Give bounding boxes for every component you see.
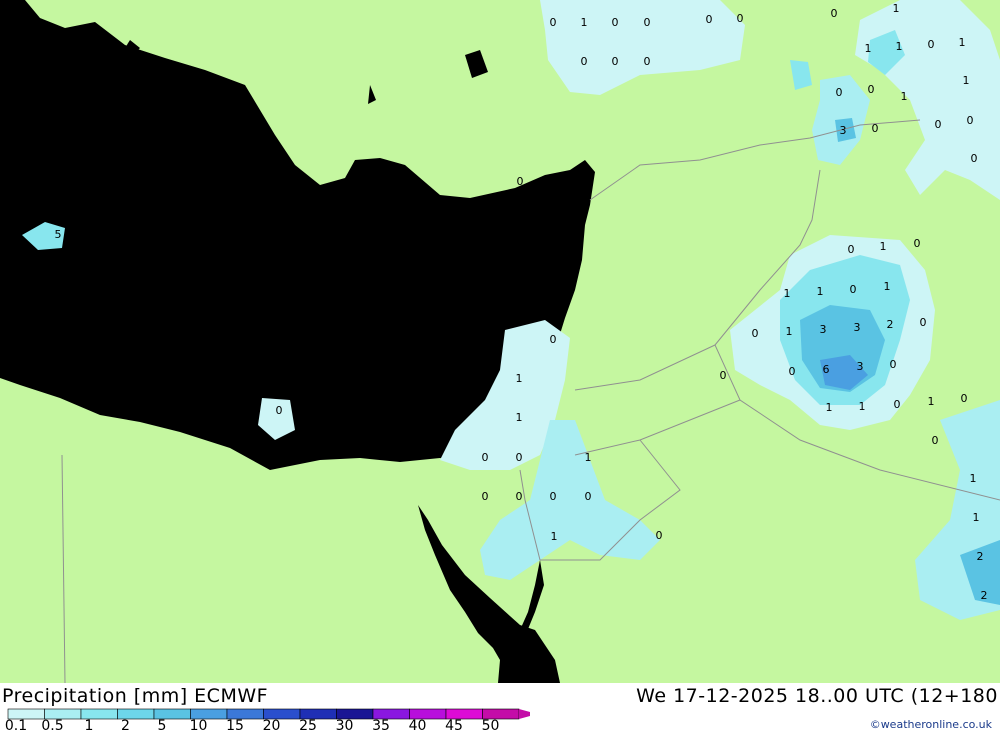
value-label: 0 bbox=[644, 55, 651, 68]
value-label: 0 bbox=[612, 55, 619, 68]
value-label: 0 bbox=[644, 16, 651, 29]
value-label: 2 bbox=[981, 589, 988, 602]
legend-label: 0.5 bbox=[41, 718, 64, 734]
value-label: 2 bbox=[887, 318, 894, 331]
value-label: 0 bbox=[354, 210, 361, 223]
value-label: 0 bbox=[550, 333, 557, 346]
value-label: 0 bbox=[971, 152, 978, 165]
value-label: 0 bbox=[752, 327, 759, 340]
value-label: 1 bbox=[516, 411, 523, 424]
value-label: 1 bbox=[585, 451, 592, 464]
value-label: 1 bbox=[581, 16, 588, 29]
map-footer: Precipitation [mm] ECMWF We 17-12-2025 1… bbox=[0, 683, 1000, 734]
legend-arrow bbox=[519, 709, 530, 719]
value-label: 0 bbox=[868, 83, 875, 96]
legend-label: 50 bbox=[481, 718, 500, 734]
value-label: 1 bbox=[973, 511, 980, 524]
value-label: 0 bbox=[550, 490, 557, 503]
value-label: 0 bbox=[967, 114, 974, 127]
legend-label: 2 bbox=[121, 718, 130, 734]
legend-label: 10 bbox=[189, 718, 208, 734]
value-label: 1 bbox=[516, 372, 523, 385]
legend-label: 20 bbox=[262, 718, 281, 734]
value-label: 1 bbox=[893, 2, 900, 15]
value-label: 0 bbox=[789, 365, 796, 378]
value-label: 0 bbox=[482, 451, 489, 464]
legend-label: 30 bbox=[335, 718, 354, 734]
value-label: 0 bbox=[720, 369, 727, 382]
value-label: 0 bbox=[516, 490, 523, 503]
legend-label: 0.1 bbox=[4, 718, 28, 734]
forecast-datetime: We 17-12-2025 18..00 UTC (12+180 bbox=[636, 685, 998, 707]
value-label: 1 bbox=[896, 40, 903, 53]
value-label: 1 bbox=[901, 90, 908, 103]
value-label: 3 bbox=[857, 360, 864, 373]
value-label: 0 bbox=[836, 86, 843, 99]
legend-label: 40 bbox=[408, 718, 427, 734]
value-label: 0 bbox=[612, 16, 619, 29]
value-label: 1 bbox=[551, 530, 558, 543]
legend-label: 25 bbox=[299, 718, 317, 734]
map-canvas: 0 1 0 0 0 0 0 0 0 0 1 1 1 0 1 1 0 0 1 0 … bbox=[0, 0, 1000, 684]
value-label: 1 bbox=[928, 395, 935, 408]
credit-link[interactable]: ©weatheronline.co.uk bbox=[870, 718, 992, 731]
value-label: 1 bbox=[970, 472, 977, 485]
value-label: 0 bbox=[517, 175, 524, 188]
value-label: 0 bbox=[920, 316, 927, 329]
value-label: 1 bbox=[959, 36, 966, 49]
value-label: 0 bbox=[872, 122, 879, 135]
value-label: 1 bbox=[963, 74, 970, 87]
value-label: 0 bbox=[516, 451, 523, 464]
value-label: 0 bbox=[585, 490, 592, 503]
value-label: 0 bbox=[550, 254, 557, 267]
value-label: 3 bbox=[820, 323, 827, 336]
value-label: 6 bbox=[823, 363, 830, 376]
value-label: 1 bbox=[786, 325, 793, 338]
precipitation-map: 0 1 0 0 0 0 0 0 0 0 1 1 1 0 1 1 0 0 1 0 … bbox=[0, 0, 1000, 684]
value-label: 0 bbox=[656, 529, 663, 542]
map-title: Precipitation [mm] ECMWF bbox=[2, 685, 269, 707]
value-label: 0 bbox=[831, 7, 838, 20]
legend-label: 35 bbox=[372, 718, 390, 734]
value-label: 0 bbox=[961, 392, 968, 405]
value-label: 0 bbox=[914, 237, 921, 250]
value-label: 3 bbox=[840, 124, 847, 137]
value-label: 0 bbox=[890, 358, 897, 371]
value-label: 1 bbox=[884, 280, 891, 293]
value-label: 1 bbox=[817, 285, 824, 298]
legend-label: 45 bbox=[445, 718, 463, 734]
legend-label: 15 bbox=[226, 718, 244, 734]
value-label: 1 bbox=[865, 42, 872, 55]
value-label: 0 bbox=[276, 404, 283, 417]
value-label: 0 bbox=[928, 38, 935, 51]
value-label: 0 bbox=[706, 13, 713, 26]
value-label: 2 bbox=[977, 550, 984, 563]
value-label: 0 bbox=[317, 288, 324, 301]
value-label: 1 bbox=[826, 401, 833, 414]
value-label: 0 bbox=[894, 398, 901, 411]
value-label: 0 bbox=[550, 16, 557, 29]
value-label: 0 bbox=[581, 55, 588, 68]
value-label: 0 bbox=[737, 12, 744, 25]
value-label: 1 bbox=[859, 400, 866, 413]
value-label: 0 bbox=[935, 118, 942, 131]
value-label: 1 bbox=[880, 240, 887, 253]
value-label: 5 bbox=[55, 228, 62, 241]
value-label: 0 bbox=[850, 283, 857, 296]
legend-label: 1 bbox=[84, 718, 94, 734]
value-label: 1 bbox=[784, 287, 791, 300]
value-label: 0 bbox=[482, 490, 489, 503]
value-label: 0 bbox=[848, 243, 855, 256]
legend-label: 5 bbox=[157, 718, 167, 734]
value-label: 3 bbox=[854, 321, 861, 334]
value-label: 0 bbox=[932, 434, 939, 447]
